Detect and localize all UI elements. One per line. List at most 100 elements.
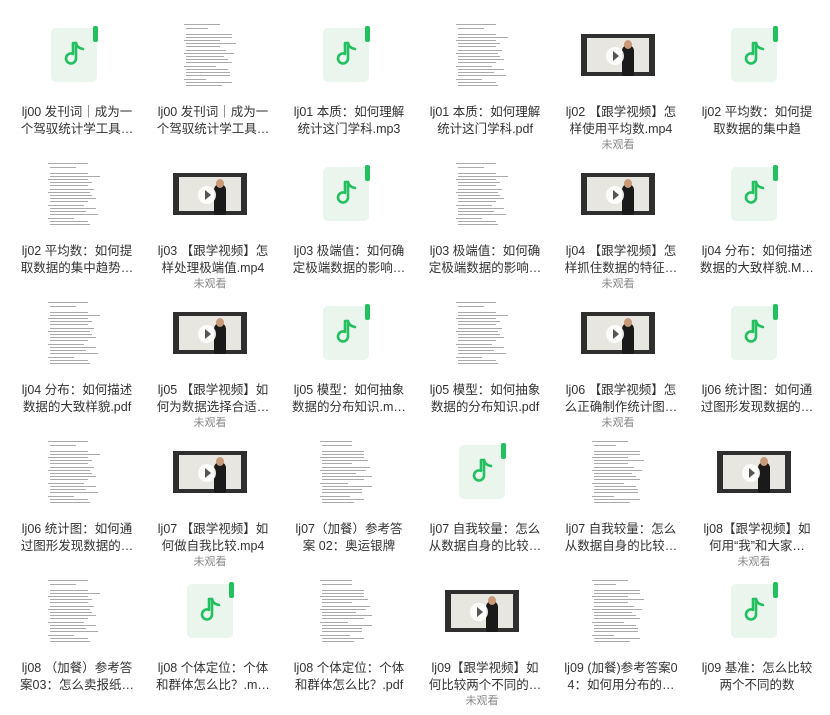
file-name: lj01 本质：如何理解统计这门学科.mp3 bbox=[293, 105, 405, 136]
file-tile[interactable]: lj02 【跟学视频】怎样使用平均数.mp4 未观看 bbox=[550, 8, 686, 151]
play-icon[interactable] bbox=[606, 47, 624, 65]
file-thumbnail bbox=[414, 574, 550, 648]
file-thumbnail bbox=[278, 18, 414, 92]
file-tile[interactable]: lj07 自我较量：怎么从数据自身的比较… bbox=[550, 425, 686, 565]
file-tile[interactable]: lj00 发刊词｜成为一个驾驭统计学工具… bbox=[6, 8, 142, 148]
play-icon[interactable] bbox=[742, 464, 760, 482]
music-note-icon bbox=[731, 26, 778, 82]
file-thumbnail bbox=[550, 435, 686, 509]
file-name: lj09 基准：怎么比较两个不同的数据？.… bbox=[701, 661, 813, 692]
file-name: lj00 发刊词｜成为一个驾驭统计学工具… bbox=[156, 105, 270, 136]
file-name: lj05 【跟学视频】如何为数据选择合适… bbox=[156, 383, 270, 414]
file-tile[interactable]: lj05 【跟学视频】如何为数据选择合适… 未观看 bbox=[142, 286, 278, 429]
file-thumbnail bbox=[142, 296, 278, 370]
file-thumbnail bbox=[686, 296, 822, 370]
pdf-page-thumbnail bbox=[317, 574, 375, 648]
file-name: lj06 统计图：如何通过图形发现数据的… bbox=[700, 383, 814, 414]
file-thumbnail bbox=[142, 574, 278, 648]
file-tile[interactable]: lj05 模型：如何抽象数据的分布知识.pdf bbox=[414, 286, 550, 426]
video-thumbnail bbox=[717, 451, 791, 493]
video-thumbnail bbox=[581, 173, 655, 215]
file-name: lj07 自我较量：怎么从数据自身的比较… bbox=[428, 522, 542, 553]
file-tile[interactable]: lj02 平均数：如何提取数据的集中趋势… bbox=[6, 147, 142, 287]
file-tile[interactable]: lj08 （加餐）参考答案03：怎么卖报纸… bbox=[6, 564, 142, 704]
file-tile[interactable]: lj03 极端值：如何确定极端数据的影响… bbox=[278, 147, 414, 287]
file-name: lj08 个体定位：个体和群体怎么比？.m… bbox=[156, 661, 270, 692]
file-name: lj08【跟学视频】如何用“我”和大家… bbox=[703, 522, 811, 553]
play-icon[interactable] bbox=[198, 325, 216, 343]
unwatched-label: 未观看 bbox=[465, 695, 499, 707]
file-tile[interactable]: lj08 个体定位：个体和群体怎么比？.m… bbox=[142, 564, 278, 704]
video-thumbnail bbox=[581, 312, 655, 354]
file-thumbnail bbox=[686, 18, 822, 92]
file-tile[interactable]: lj09 (加餐)参考答案04：如何用分布的… bbox=[550, 564, 686, 704]
file-tile[interactable]: lj08 个体定位：个体和群体怎么比？.pdf bbox=[278, 564, 414, 704]
music-note-icon bbox=[459, 443, 506, 499]
file-name: lj07 【跟学视频】如何做自我比较.mp4 bbox=[157, 522, 269, 553]
pdf-page-thumbnail bbox=[453, 296, 511, 370]
music-note-icon bbox=[731, 165, 778, 221]
file-name: lj02 平均数：如何提取数据的集中趋势.… bbox=[701, 105, 813, 136]
pdf-page-thumbnail bbox=[317, 435, 375, 509]
file-tile[interactable]: lj07 自我较量：怎么从数据自身的比较… bbox=[414, 425, 550, 565]
file-thumbnail bbox=[686, 574, 822, 648]
file-tile[interactable]: lj03 【跟学视频】怎样处理极端值.mp4 未观看 bbox=[142, 147, 278, 290]
pdf-page-thumbnail bbox=[45, 296, 103, 370]
file-tile[interactable]: lj09 基准：怎么比较两个不同的数据？.… bbox=[686, 564, 822, 704]
play-icon[interactable] bbox=[606, 186, 624, 204]
file-name: lj08 个体定位：个体和群体怎么比？.pdf bbox=[293, 661, 405, 692]
file-name: lj06 【跟学视频】怎么正确制作统计图… bbox=[564, 383, 678, 414]
music-note-icon bbox=[731, 582, 778, 638]
file-name: lj02 【跟学视频】怎样使用平均数.mp4 bbox=[565, 105, 677, 136]
music-note-icon bbox=[731, 304, 778, 360]
file-tile[interactable]: lj02 平均数：如何提取数据的集中趋势.… bbox=[686, 8, 822, 148]
file-name: lj03 极端值：如何确定极端数据的影响… bbox=[428, 244, 542, 275]
file-thumbnail bbox=[6, 296, 142, 370]
file-thumbnail bbox=[142, 435, 278, 509]
file-tile[interactable]: lj00 发刊词｜成为一个驾驭统计学工具… bbox=[142, 8, 278, 148]
file-name: lj09【跟学视频】如何比较两个不同的… bbox=[428, 661, 542, 692]
file-tile[interactable]: lj01 本质：如何理解统计这门学科.pdf bbox=[414, 8, 550, 148]
pdf-page-thumbnail bbox=[45, 435, 103, 509]
play-icon[interactable] bbox=[470, 603, 488, 621]
video-thumbnail bbox=[173, 451, 247, 493]
file-tile[interactable]: lj04 分布：如何描述数据的大致样貌.M… bbox=[686, 147, 822, 287]
file-tile[interactable]: lj07 【跟学视频】如何做自我比较.mp4 未观看 bbox=[142, 425, 278, 568]
file-tile[interactable]: lj08【跟学视频】如何用“我”和大家… 未观看 bbox=[686, 425, 822, 568]
file-tile[interactable]: lj09【跟学视频】如何比较两个不同的… 未观看 bbox=[414, 564, 550, 707]
file-tile[interactable]: lj06 【跟学视频】怎么正确制作统计图… 未观看 bbox=[550, 286, 686, 429]
file-thumbnail bbox=[686, 157, 822, 231]
video-thumbnail bbox=[173, 312, 247, 354]
play-icon[interactable] bbox=[198, 464, 216, 482]
file-name: lj08 （加餐）参考答案03：怎么卖报纸… bbox=[20, 661, 134, 692]
file-tile[interactable]: lj07（加餐）参考答案 02：奥运银牌获… bbox=[278, 425, 414, 565]
file-thumbnail bbox=[414, 18, 550, 92]
file-thumbnail bbox=[550, 18, 686, 92]
pdf-page-thumbnail bbox=[45, 574, 103, 648]
file-tile[interactable]: lj01 本质：如何理解统计这门学科.mp3 bbox=[278, 8, 414, 148]
file-tile[interactable]: lj06 统计图：如何通过图形发现数据的… bbox=[6, 425, 142, 565]
file-tile[interactable]: lj06 统计图：如何通过图形发现数据的… bbox=[686, 286, 822, 426]
file-name: lj05 模型：如何抽象数据的分布知识.m… bbox=[292, 383, 406, 414]
music-note-icon bbox=[323, 304, 370, 360]
file-thumbnail bbox=[686, 435, 822, 509]
file-thumbnail bbox=[278, 574, 414, 648]
file-tile[interactable]: lj04 【跟学视频】怎样抓住数据的特征… 未观看 bbox=[550, 147, 686, 290]
music-note-icon bbox=[323, 26, 370, 82]
file-thumbnail bbox=[278, 157, 414, 231]
file-name: lj01 本质：如何理解统计这门学科.pdf bbox=[429, 105, 541, 136]
file-thumbnail bbox=[414, 435, 550, 509]
file-tile[interactable]: lj03 极端值：如何确定极端数据的影响… bbox=[414, 147, 550, 287]
pdf-page-thumbnail bbox=[453, 157, 511, 231]
file-thumbnail bbox=[550, 296, 686, 370]
file-thumbnail bbox=[550, 574, 686, 648]
file-tile[interactable]: lj05 模型：如何抽象数据的分布知识.m… bbox=[278, 286, 414, 426]
file-tile[interactable]: lj04 分布：如何描述数据的大致样貌.pdf bbox=[6, 286, 142, 426]
file-thumbnail bbox=[6, 435, 142, 509]
play-icon[interactable] bbox=[198, 186, 216, 204]
play-icon[interactable] bbox=[606, 325, 624, 343]
file-name: lj04 【跟学视频】怎样抓住数据的特征… bbox=[564, 244, 678, 275]
music-note-icon bbox=[187, 582, 234, 638]
video-thumbnail bbox=[581, 34, 655, 76]
file-name: lj04 分布：如何描述数据的大致样貌.pdf bbox=[21, 383, 133, 414]
